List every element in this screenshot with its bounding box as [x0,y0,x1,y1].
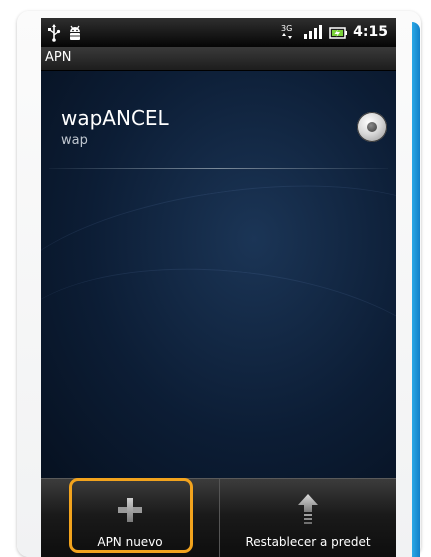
list-divider [49,168,388,169]
title-bar: APN [41,47,396,71]
frame-accent-edge [412,22,420,557]
apn-name: wapANCEL [61,106,169,130]
apn-list: wapANCEL wap [41,71,396,496]
status-bar: 3G 4:15 [41,18,396,47]
reset-up-arrow-icon [297,493,319,529]
apn-type: wap [61,133,88,148]
new-apn-label: APN nuevo [97,535,163,549]
android-debug-icon [67,24,83,46]
usb-icon [47,24,61,46]
network-3g-icon: 3G [281,23,295,45]
apn-radio-button[interactable] [357,112,387,142]
status-clock: 4:15 [353,24,388,40]
new-apn-button[interactable]: APN nuevo [41,479,219,557]
network-3g-label: 3G [281,24,292,33]
radio-indicator [367,122,377,132]
page-title: APN [45,50,72,65]
phone-screen: 3G 4:15 APN wapANCEL wap APN nuevo Resta… [41,18,396,557]
reset-default-button[interactable]: Restablecer a predet [220,479,396,557]
battery-icon [329,25,347,44]
reset-default-label: Restablecer a predet [245,535,371,549]
apn-list-item[interactable]: wapANCEL wap [41,71,396,169]
plus-icon [117,497,143,527]
options-menu: APN nuevo Restablecer a predet [41,478,396,557]
signal-icon [303,24,323,44]
